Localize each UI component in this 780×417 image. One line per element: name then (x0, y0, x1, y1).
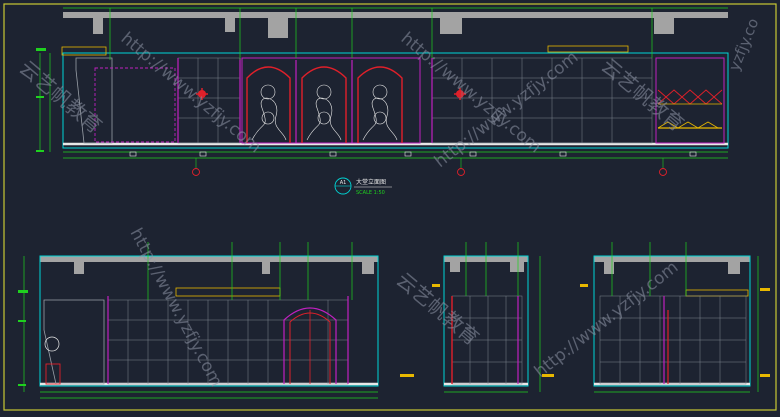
watermark-top-right: yzfjy.co (725, 16, 762, 74)
watermark-url: http://www.yzfjy.com (117, 29, 265, 158)
drawing-scale: SCALE 1:50 (356, 190, 385, 196)
reception-desk-side (43, 299, 105, 385)
watermark-cn: 云艺帆教育 (15, 55, 107, 138)
ceiling-band (63, 12, 728, 18)
axis-marker (659, 158, 667, 176)
ornamental-gate (241, 57, 421, 144)
watermark-cn: 云艺帆教育 (597, 53, 689, 136)
title-tag: A1 (340, 180, 347, 186)
watermark-layer: http://www.yzfjy.com http://www.yzfjy.co… (15, 16, 763, 391)
drawing-title: 大堂立面图 (356, 178, 386, 186)
axis-marker (192, 158, 200, 176)
drawing-title-block: A1 大堂立面图 SCALE 1:50 (334, 177, 392, 196)
watermark-url: http://www.yzfjy.com (126, 225, 227, 390)
watermark-url: http://www.yzfjy.com (531, 257, 683, 382)
axis-marker (457, 158, 465, 176)
cad-drawing-canvas: A1 大堂立面图 SCALE 1:50 http://www.yzfjy.com… (0, 0, 780, 413)
